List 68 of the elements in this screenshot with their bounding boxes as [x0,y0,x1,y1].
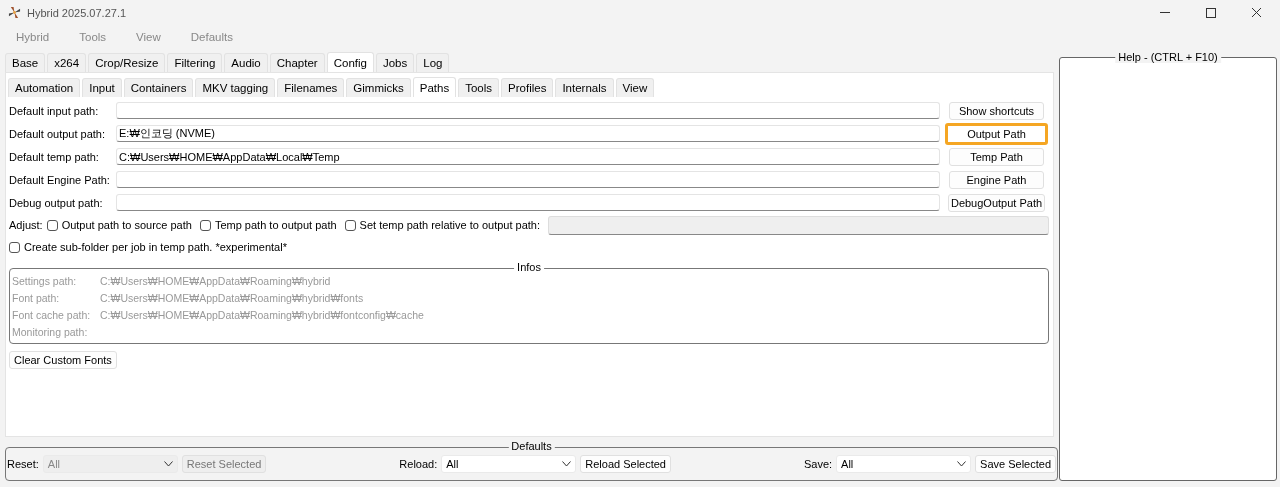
defaults-label: Save: [803,458,833,470]
checkbox-label: Output path to source path [61,219,192,231]
defaults-label: Reset: [7,458,39,470]
checkbox-label: Temp path to output path [214,219,337,231]
info-label: Settings path: [12,275,78,289]
group-title: Infos [514,261,544,273]
info-label: Font cache path: [12,309,92,323]
checkbox[interactable] [9,241,20,253]
checkbox-label: Create sub-folder per job in temp path. *experimental* [24,241,287,253]
tab[interactable]: Config [326,52,374,72]
tab[interactable]: Jobs [375,53,415,72]
tab[interactable]: Internals [555,78,614,97]
defaults-dropdown[interactable]: All [836,455,972,473]
checkbox[interactable] [46,219,58,231]
tab[interactable]: Input [82,78,122,97]
tab[interactable]: Filtering [167,53,223,72]
group-title: Defaults [508,440,555,452]
path-field[interactable] [116,194,940,211]
field-label: Default output path: [9,127,106,140]
path-button[interactable]: Engine Path [949,170,1044,189]
tab[interactable]: Gimmicks [346,78,411,97]
defaults-button[interactable]: Reload Selected [580,455,671,473]
defaults-label: Reload: [399,458,438,470]
field-label: Debug output path: [9,196,104,209]
path-field[interactable] [116,171,940,188]
path-button[interactable]: Show shortcuts [949,101,1044,120]
tab[interactable]: Tools [458,78,500,97]
info-value: C:₩Users₩HOME₩AppData₩Roaming₩hybrid₩fonts [100,292,364,306]
info-value: C:₩Users₩HOME₩AppData₩Roaming₩hybrid [100,275,331,289]
tab[interactable]: Automation [8,78,81,97]
adjust-label: Adjust: [9,219,43,231]
app-logo-icon [8,6,21,19]
clear-fonts-button[interactable]: Clear Custom Fonts [9,351,117,369]
tab[interactable]: Filenames [277,78,345,97]
info-value: C:₩Users₩HOME₩AppData₩Roaming₩hybrid₩fontconfig₩cache [100,309,424,323]
checkbox[interactable] [199,219,211,231]
path-field[interactable]: C:₩Users₩HOME₩AppData₩Local₩Temp [116,148,940,165]
tab[interactable]: Profiles [501,78,554,97]
chevron-down-icon [957,461,967,467]
chevron-down-icon [562,461,572,467]
path-button[interactable]: Temp Path [949,147,1044,166]
field-label: Default input path: [9,104,100,117]
path-button[interactable]: DebugOutput Path [947,193,1046,212]
defaults-button[interactable]: Save Selected [975,455,1056,473]
tab[interactable]: Containers [123,78,194,97]
info-label: Monitoring path: [12,326,89,340]
field-label: Default temp path: [9,150,100,163]
tab[interactable]: Log [416,53,450,72]
path-field[interactable]: E:₩인코딩 (NVME) [116,125,940,142]
checkbox[interactable] [344,219,356,231]
tab[interactable]: Base [5,53,46,72]
tab[interactable]: View [615,78,655,97]
field-label: Default Engine Path: [9,173,111,186]
tab[interactable]: MKV tagging [195,78,276,97]
window-title: Hybrid 2025.07.27.1 [27,6,127,19]
chevron-down-icon [163,461,173,467]
tab[interactable]: Chapter [269,53,325,72]
checkbox-label: Set temp path relative to output path: [359,219,540,231]
path-button[interactable]: Output Path [945,122,1048,145]
defaults-dropdown[interactable]: All [441,455,577,473]
path-field[interactable] [116,102,940,119]
tab[interactable]: Paths [412,77,457,97]
help-title: Help - (CTRL + F10) [1115,51,1221,63]
info-label: Font path: [12,292,61,306]
tab[interactable]: x264 [47,53,87,72]
relative-path-field[interactable] [548,215,1049,235]
tab[interactable]: Audio [224,53,268,72]
tab[interactable]: Crop/Resize [88,53,166,72]
